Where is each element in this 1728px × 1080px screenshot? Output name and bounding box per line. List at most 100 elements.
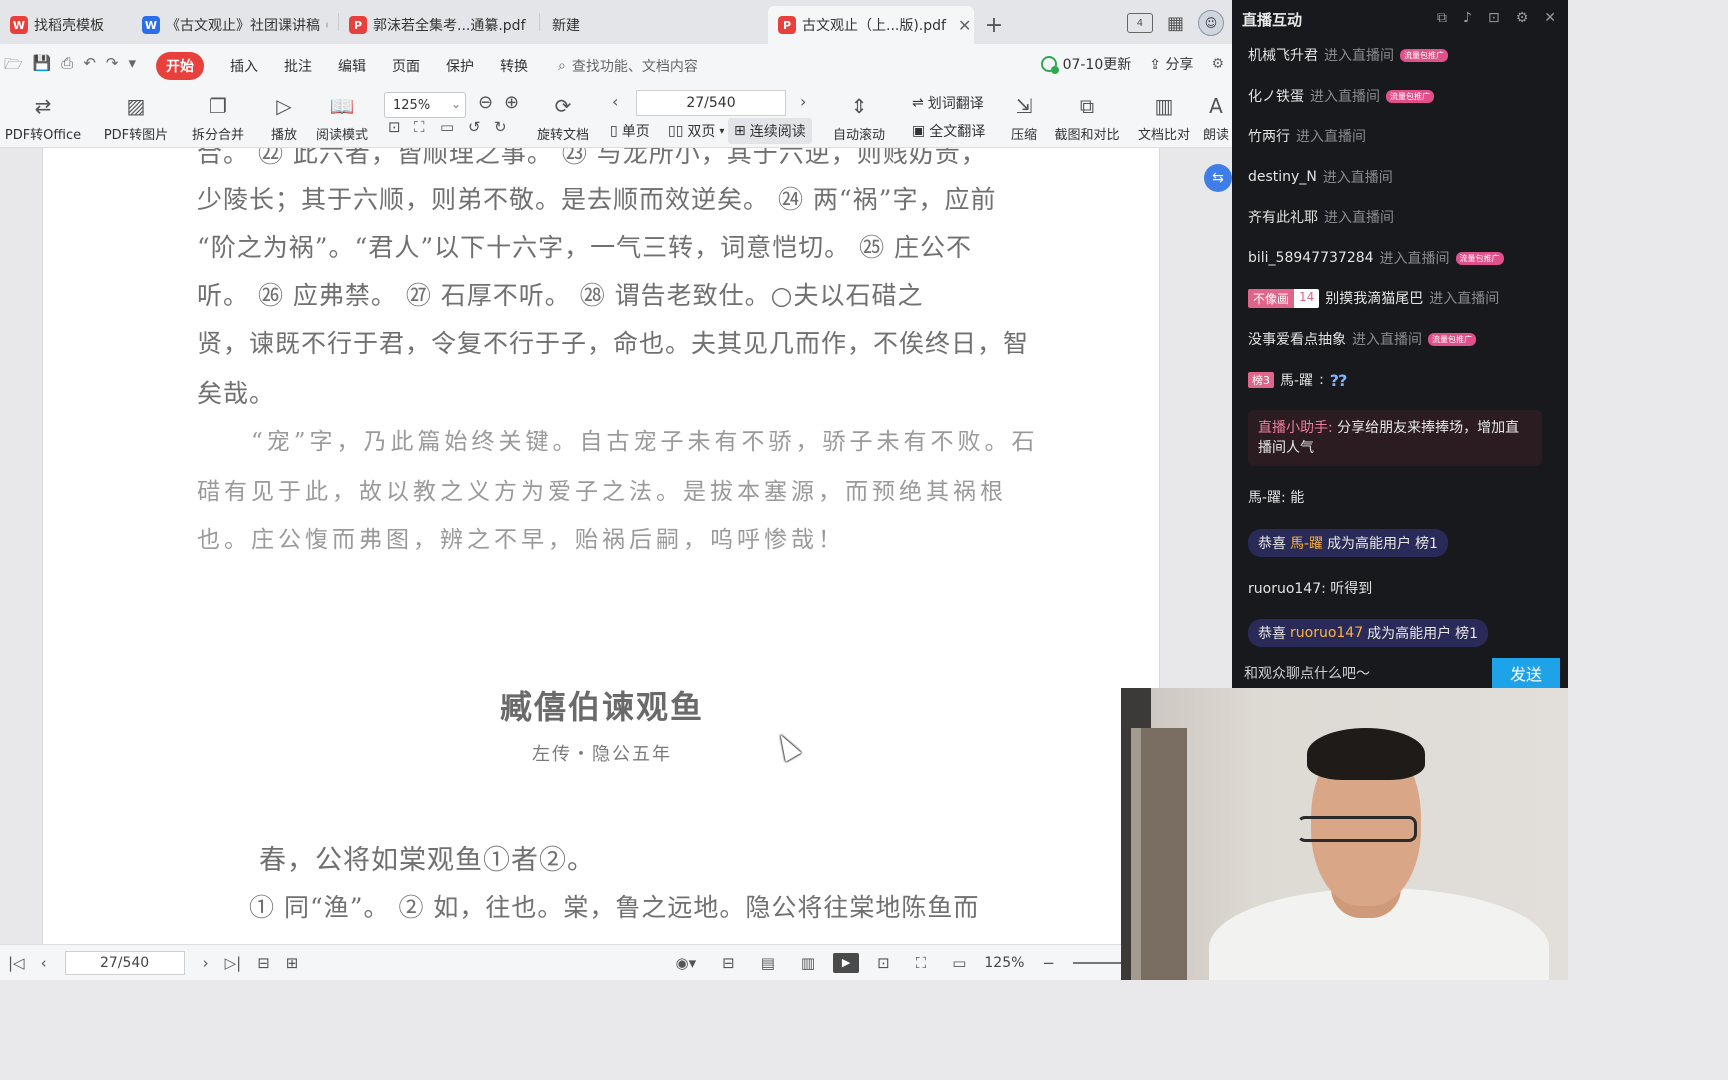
previous-page-icon[interactable]: ‹: [41, 954, 47, 972]
pdf-to-office-button[interactable]: ⇄ PDF转Office: [0, 92, 86, 143]
pdf-icon: P: [778, 16, 796, 34]
actual-size-icon[interactable]: ⊡: [877, 954, 890, 972]
next-page-icon[interactable]: ›: [203, 954, 209, 972]
chat-user[interactable]: 齐有此礼耶: [1248, 207, 1318, 227]
document-viewport[interactable]: 合。 ㉒ 此六者，皆顺理之事。 ㉓ 与龙所小，其于六逆，则贱妨贵， 少陵长；其于…: [0, 148, 1232, 944]
status-zoom-value[interactable]: 125%: [984, 955, 1024, 971]
tab-guwenguanzhi-pdf[interactable]: P 古文观止（上...版).pdf ✕: [768, 6, 974, 44]
continuous-read-button[interactable]: ⊞ 连续阅读: [728, 118, 812, 144]
next-page-icon[interactable]: ›: [800, 92, 806, 111]
last-page-icon[interactable]: ▷|: [225, 954, 242, 972]
apps-grid-icon[interactable]: ▦: [1167, 13, 1184, 34]
previous-page-icon[interactable]: ‹: [612, 92, 618, 111]
fit-page-icon[interactable]: ⛶: [916, 954, 927, 972]
fit-width-icon[interactable]: ▭: [952, 954, 966, 972]
rotate-document-button[interactable]: ⟳ 旋转文档: [534, 92, 592, 143]
chat-action: 进入直播间: [1379, 251, 1450, 267]
continuous-view-icon[interactable]: ⊟: [722, 954, 735, 972]
status-page-input[interactable]: 27/540: [64, 950, 185, 975]
split-merge-button[interactable]: ❐ 拆分合并: [184, 92, 252, 143]
double-view-icon[interactable]: ▥: [801, 954, 815, 972]
zoom-slider[interactable]: [1073, 961, 1121, 964]
fit-page-icon[interactable]: ⛶: [414, 118, 425, 136]
new-tab-plus-icon[interactable]: +: [974, 6, 1014, 44]
menu-page[interactable]: 页面: [392, 56, 420, 76]
auto-scroll-button[interactable]: ⇕ 自动滚动: [826, 92, 892, 143]
chat-user[interactable]: 馬-躍: [1280, 370, 1313, 390]
share-button[interactable]: ⇪ 分享: [1149, 54, 1193, 74]
tab-lecture-notes[interactable]: W 《古文观止》社团课讲稿: [132, 6, 338, 44]
read-mode-button[interactable]: 📖 阅读模式: [312, 92, 372, 143]
settings-gear-icon[interactable]: ⚙: [1211, 56, 1224, 72]
congrats-user[interactable]: 馬-躍: [1290, 533, 1323, 553]
full-translate-button[interactable]: ▣ 全文翻译: [906, 118, 991, 144]
tab-label: 新建: [552, 18, 580, 34]
first-page-icon[interactable]: |◁: [8, 954, 25, 972]
zoom-out-icon[interactable]: ⊖: [478, 92, 493, 113]
chat-user[interactable]: bili_58947737284: [1248, 250, 1374, 266]
doc-compare-button[interactable]: ▥ 文档比对: [1134, 92, 1194, 143]
close-icon[interactable]: ✕: [1544, 10, 1556, 26]
customize-dropdown-icon[interactable]: ▾: [128, 54, 136, 79]
menu-convert[interactable]: 转换: [500, 56, 528, 76]
play-label: 播放: [270, 128, 297, 143]
menu-edit[interactable]: 编辑: [338, 56, 366, 76]
menu-start[interactable]: 开始: [156, 52, 204, 80]
zoom-out-minus-icon[interactable]: −: [1042, 954, 1055, 972]
zoom-in-icon[interactable]: ⊕: [504, 92, 519, 113]
rank-badge: 榜3: [1248, 372, 1274, 388]
tab-templates[interactable]: W 找稻壳模板: [0, 6, 132, 44]
menu-annotate[interactable]: 批注: [284, 56, 312, 76]
update-notice[interactable]: 07-10更新: [1040, 54, 1131, 74]
back-icon[interactable]: ⊟: [257, 954, 270, 972]
tab-guomoruo-pdf[interactable]: P 郭沫若全集考...通纂.pdf: [339, 6, 539, 44]
undo-icon[interactable]: ↶: [83, 54, 96, 79]
page-number-input[interactable]: 27/540: [636, 90, 786, 116]
function-search[interactable]: ⌕ 查找功能、文档内容: [558, 56, 698, 76]
redo-icon[interactable]: ↷: [106, 54, 119, 79]
zoom-select[interactable]: 125% ⌄: [384, 92, 466, 118]
open-folder-icon[interactable]: 🗁: [4, 54, 23, 79]
read-aloud-button[interactable]: A 朗读: [1200, 92, 1232, 143]
settings-gear-icon[interactable]: ⚙: [1516, 10, 1529, 26]
eye-protect-icon[interactable]: ◉▾: [676, 954, 697, 972]
chat-user[interactable]: 化ノ铁蛋: [1248, 86, 1304, 106]
window-layout-icon[interactable]: 4: [1126, 13, 1153, 33]
congrats-user[interactable]: ruoruo147: [1290, 625, 1363, 641]
play-button[interactable]: ▷ 播放: [266, 92, 302, 143]
forward-icon[interactable]: ⊞: [286, 954, 299, 972]
rotate-right-icon[interactable]: ↻: [494, 118, 507, 136]
lock-icon[interactable]: ⊡: [1488, 10, 1500, 26]
send-button[interactable]: 发送: [1492, 658, 1560, 688]
chat-user[interactable]: 竹两行: [1248, 126, 1290, 146]
mute-icon[interactable]: ♪: [1463, 10, 1472, 26]
popout-icon[interactable]: ⧉: [1437, 10, 1447, 26]
single-page-button[interactable]: ▯ 单页: [604, 118, 656, 144]
fit-width-icon[interactable]: ▭: [440, 118, 454, 136]
tab-new[interactable]: 新建: [540, 6, 768, 44]
chat-user[interactable]: 别摸我滴猫尾巴: [1325, 288, 1423, 308]
save-icon[interactable]: 💾: [33, 54, 52, 79]
play-slideshow-icon[interactable]: ▶: [833, 952, 860, 973]
print-icon[interactable]: ⎙: [61, 54, 73, 79]
menu-insert[interactable]: 插入: [230, 56, 258, 76]
chat-user[interactable]: 机械飞升君: [1248, 45, 1318, 65]
live-chat-panel: 直播互动 ⧉ ♪ ⊡ ⚙ ✕ 机械飞升君 进入直播间 流量包推广 化ノ铁蛋 进入…: [1232, 0, 1568, 688]
live-chat-header: 直播互动 ⧉ ♪ ⊡ ⚙ ✕: [1232, 0, 1568, 38]
floating-convert-icon[interactable]: ⇆: [1204, 164, 1232, 192]
pdf-to-image-button[interactable]: ▨ PDF转图片: [100, 92, 172, 143]
screenshot-compare-button[interactable]: ⧉ 截图和对比: [1050, 92, 1124, 143]
menu-protect[interactable]: 保护: [446, 56, 474, 76]
chat-user[interactable]: destiny_N: [1248, 169, 1317, 185]
close-tab-icon[interactable]: ✕: [958, 16, 971, 35]
app-window: W 找稻壳模板 W 《古文观止》社团课讲稿 P 郭沫若全集考...通纂.pdf …: [0, 0, 1568, 980]
word-translate-button[interactable]: ⇌ 划词翻译: [906, 90, 990, 116]
chat-input[interactable]: 和观众聊点什么吧～ 发送: [1232, 658, 1568, 688]
actual-size-icon[interactable]: ⊡: [388, 118, 401, 136]
rotate-left-icon[interactable]: ↺: [468, 118, 481, 136]
double-page-button[interactable]: ▯▯ 双页 ▾: [662, 118, 730, 144]
single-view-icon[interactable]: ▤: [761, 954, 775, 972]
chat-user[interactable]: 没事爱看点抽象: [1248, 329, 1346, 349]
user-avatar[interactable]: ☺: [1198, 10, 1224, 36]
compress-button[interactable]: ⇲ 压缩: [1006, 92, 1042, 143]
